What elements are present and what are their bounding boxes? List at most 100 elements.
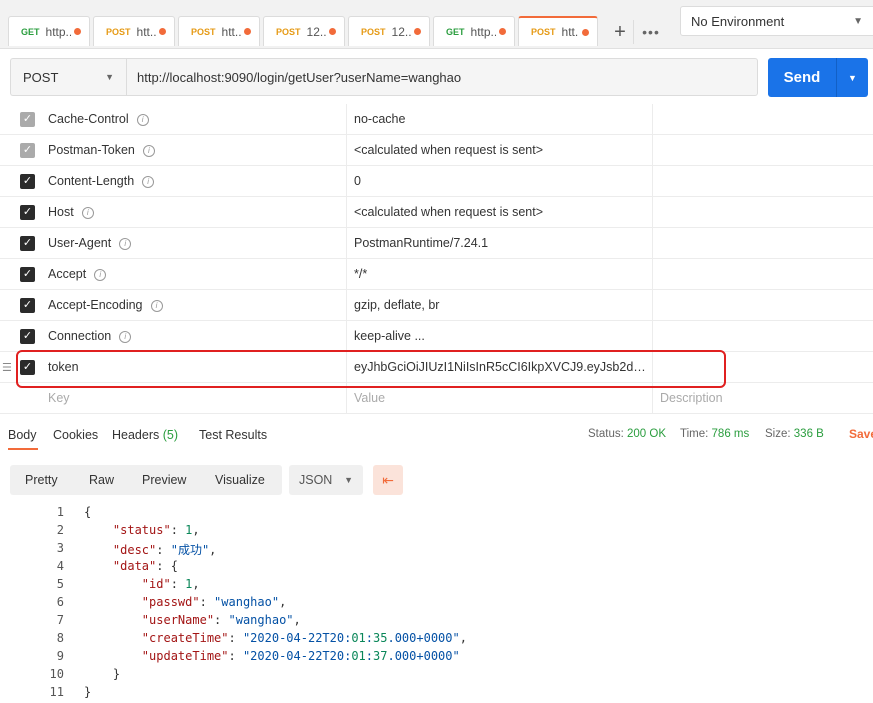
drag-handle-icon[interactable]: ☰ xyxy=(2,361,12,374)
header-key[interactable]: Cache-Control i xyxy=(48,112,149,126)
unsaved-dot-icon xyxy=(414,28,421,35)
header-key[interactable]: User-Agent i xyxy=(48,236,132,250)
header-key[interactable]: Postman-Token i xyxy=(48,143,155,157)
line-number: 10 xyxy=(49,667,64,681)
request-tab[interactable]: POST 12... xyxy=(348,16,430,46)
info-icon[interactable]: i xyxy=(94,268,107,281)
method-select[interactable]: POST ▼ xyxy=(10,58,126,96)
header-key[interactable]: Content-Length i xyxy=(48,174,155,188)
header-enabled-checkbox[interactable]: ✓ xyxy=(20,236,35,251)
new-tab-button[interactable]: + xyxy=(607,20,634,44)
code-line: 2 "status": 1, xyxy=(0,523,873,541)
url-input[interactable]: http://localhost:9090/login/getUser?user… xyxy=(126,58,758,96)
line-number: 2 xyxy=(56,523,64,537)
chevron-down-icon: ▼ xyxy=(344,475,353,485)
tab-cookies[interactable]: Cookies xyxy=(53,428,98,442)
info-icon[interactable]: i xyxy=(119,330,132,343)
tab-url: http... xyxy=(470,24,496,39)
header-enabled-checkbox[interactable]: ✓ xyxy=(20,174,35,189)
info-icon[interactable]: i xyxy=(142,175,155,188)
header-key-text: Content-Length xyxy=(48,174,135,188)
request-tab[interactable]: GET http... xyxy=(8,16,90,46)
tab-url: 12... xyxy=(306,24,326,39)
header-key[interactable]: Accept-Encoding i xyxy=(48,298,163,312)
header-value[interactable]: gzip, deflate, br xyxy=(354,298,646,312)
info-icon[interactable]: i xyxy=(142,144,155,157)
header-key-text: Cache-Control xyxy=(48,112,129,126)
header-value[interactable]: keep-alive ... xyxy=(354,329,646,343)
header-enabled-checkbox[interactable]: ✓ xyxy=(20,298,35,313)
divider xyxy=(0,413,873,414)
pretty-button[interactable]: Pretty xyxy=(25,473,58,487)
unsaved-dot-icon xyxy=(74,28,81,35)
tab-method: POST xyxy=(106,26,131,37)
header-value[interactable]: <calculated when request is sent> xyxy=(354,205,646,219)
tab-method: POST xyxy=(276,26,301,37)
header-enabled-checkbox[interactable]: ✓ xyxy=(20,143,35,158)
tab-body[interactable]: Body xyxy=(8,428,37,442)
header-enabled-checkbox[interactable]: ✓ xyxy=(20,267,35,282)
line-number: 1 xyxy=(56,505,64,519)
chevron-down-icon: ▼ xyxy=(853,15,863,27)
info-icon[interactable]: i xyxy=(81,206,94,219)
header-key[interactable]: Connection i xyxy=(48,329,132,343)
send-button[interactable]: Send ▼ xyxy=(768,58,868,97)
wrap-lines-icon[interactable]: ⇤ xyxy=(373,465,403,495)
tab-headers[interactable]: Headers (5) xyxy=(112,428,178,442)
more-tabs-button[interactable]: ••• xyxy=(638,20,664,44)
request-tab[interactable]: POST 12... xyxy=(263,16,345,46)
tab-method: GET xyxy=(446,26,465,37)
preview-button[interactable]: Preview xyxy=(142,473,186,487)
header-enabled-checkbox[interactable]: ✓ xyxy=(20,205,35,220)
code-text: } xyxy=(84,667,121,681)
header-key[interactable]: Host i xyxy=(48,205,94,219)
header-row: ✓ Cache-Control i no-cache xyxy=(0,104,873,135)
line-number: 11 xyxy=(49,685,64,699)
column-divider xyxy=(346,104,347,134)
tab-method: POST xyxy=(191,26,216,37)
column-divider xyxy=(652,228,653,258)
code-line: 10 } xyxy=(0,667,873,685)
header-value[interactable]: PostmanRuntime/7.24.1 xyxy=(354,236,646,250)
header-value[interactable]: <calculated when request is sent> xyxy=(354,143,646,157)
header-value[interactable]: */* xyxy=(354,267,646,281)
header-value[interactable]: 0 xyxy=(354,174,646,188)
header-key[interactable]: Accept i xyxy=(48,267,107,281)
request-tab[interactable]: GET http... xyxy=(433,16,515,46)
info-icon[interactable]: i xyxy=(150,299,163,312)
status-label: Status: xyxy=(588,428,624,440)
header-value[interactable]: no-cache xyxy=(354,112,646,126)
code-line: 1{ xyxy=(0,505,873,523)
request-tab[interactable]: POST htt... xyxy=(518,16,598,46)
request-tab[interactable]: POST htt... xyxy=(178,16,260,46)
tab-test-results[interactable]: Test Results xyxy=(199,428,267,442)
header-row: ✓ Connection i keep-alive ... xyxy=(0,321,873,352)
environment-select[interactable]: No Environment ▼ xyxy=(680,6,873,36)
request-tab[interactable]: POST htt... xyxy=(93,16,175,46)
save-response-button[interactable]: Save xyxy=(849,427,873,441)
tab-url: htt... xyxy=(136,24,156,39)
code-line: 5 "id": 1, xyxy=(0,577,873,595)
raw-button[interactable]: Raw xyxy=(89,473,114,487)
header-enabled-checkbox[interactable]: ✓ xyxy=(20,112,35,127)
new-header-value-input[interactable]: Value xyxy=(354,391,646,405)
unsaved-dot-icon xyxy=(499,28,506,35)
time-info: Time: 786 ms xyxy=(680,428,749,440)
info-icon[interactable]: i xyxy=(119,237,132,250)
format-select[interactable]: JSON ▼ xyxy=(289,465,363,495)
code-text: "id": 1, xyxy=(141,577,200,591)
method-label: POST xyxy=(23,69,59,85)
code-line: 3 "desc": "成功", xyxy=(0,541,873,559)
column-divider xyxy=(346,228,347,258)
code-line: 4 "data": { xyxy=(0,559,873,577)
code-text: "createTime": "2020-04-22T20:01:35.000+0… xyxy=(141,631,467,645)
tab-method: POST xyxy=(361,26,386,37)
visualize-button[interactable]: Visualize xyxy=(215,473,265,487)
new-header-key-input[interactable]: Key xyxy=(48,391,70,405)
send-options-chevron-icon[interactable]: ▼ xyxy=(837,73,868,83)
header-enabled-checkbox[interactable]: ✓ xyxy=(20,329,35,344)
info-icon[interactable]: i xyxy=(136,113,149,126)
code-text: "data": { xyxy=(112,559,178,573)
new-header-description-input[interactable]: Description xyxy=(660,391,860,405)
column-divider xyxy=(346,290,347,320)
